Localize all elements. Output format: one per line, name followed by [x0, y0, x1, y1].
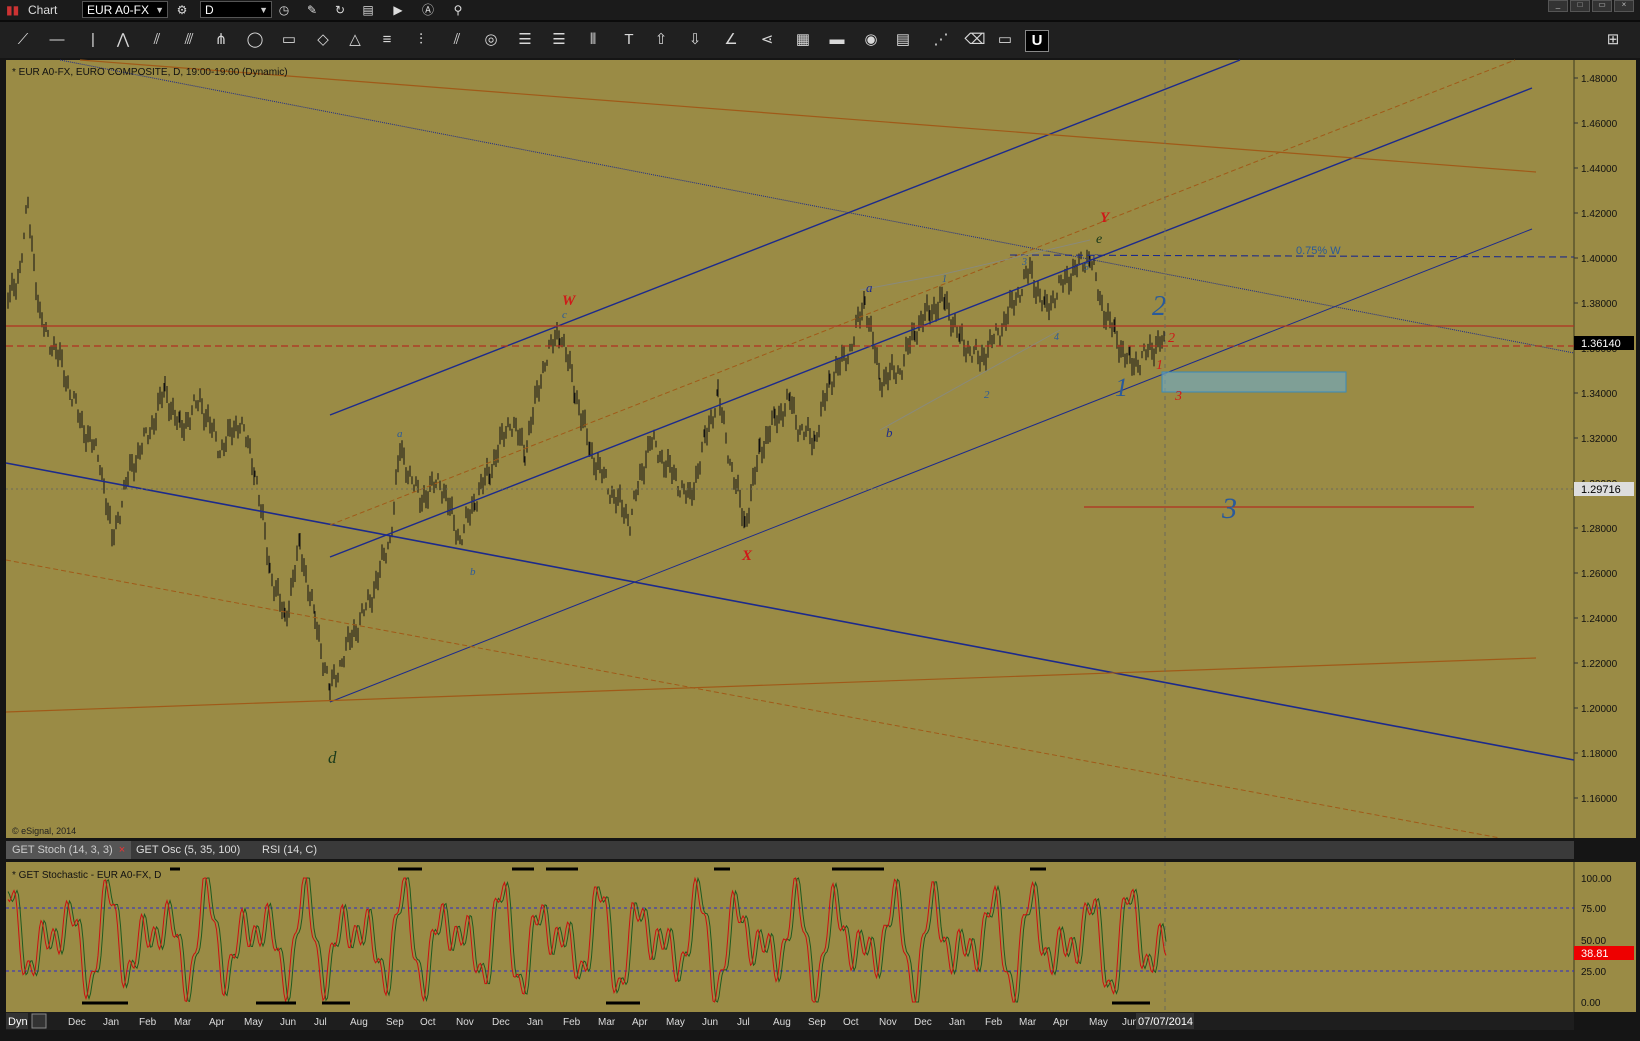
price-tick-label: 1.48000: [1581, 74, 1618, 85]
time-axis-label: Nov: [456, 1017, 474, 1028]
wave-label-red-3: 3: [1174, 389, 1182, 404]
time-axis-label: Apr: [632, 1017, 648, 1028]
time-axis-label: May: [1089, 1017, 1108, 1028]
time-axis-label: Dec: [68, 1017, 86, 1028]
time-axis-label: Mar: [174, 1017, 192, 1028]
tab-label: RSI (14, C): [262, 844, 318, 856]
time-axis-label: Aug: [773, 1017, 791, 1028]
stoch-tick-label: 25.00: [1581, 967, 1606, 978]
wave-label-big-1: 1: [1115, 373, 1128, 402]
stoch-value: 38.81: [1581, 948, 1609, 960]
tab-label: GET Stoch (14, 3, 3): [12, 844, 113, 856]
tab-rsi[interactable]: RSI (14, C): [256, 841, 323, 859]
w-target-label: 0.75% W: [1296, 245, 1341, 257]
wave-label-3: 3: [1021, 257, 1027, 268]
price-tick-label: 1.32000: [1581, 434, 1618, 445]
wave-label-b1: b: [470, 566, 476, 578]
time-axis-label: Mar: [1019, 1017, 1037, 1028]
wave-label-w: W: [562, 293, 577, 309]
time-axis-label: Oct: [420, 1017, 436, 1028]
price-tick-label: 1.42000: [1581, 209, 1618, 220]
time-axis-label: May: [666, 1017, 685, 1028]
time-axis-label: Jan: [103, 1017, 119, 1028]
copyright-text: © eSignal, 2014: [12, 826, 76, 836]
price-tick-label: 1.18000: [1581, 749, 1618, 760]
calendar-icon[interactable]: [31, 1013, 47, 1029]
indicator-tabs: GET Stoch (14, 3, 3) × GET Osc (5, 35, 10…: [6, 841, 1574, 859]
price-tick-label: 1.38000: [1581, 299, 1618, 310]
time-axis-label: Jan: [949, 1017, 965, 1028]
price-tick-label: 1.28000: [1581, 524, 1618, 535]
last-price-value: 1.36140: [1581, 338, 1621, 350]
price-tick-label: 1.24000: [1581, 614, 1618, 625]
tab-get-stoch[interactable]: GET Stoch (14, 3, 3) ×: [6, 841, 132, 859]
time-axis-label: May: [244, 1017, 263, 1028]
wave-label-a2: a: [866, 280, 873, 295]
wave-label-5: 5: [1084, 262, 1089, 273]
time-axis-label: Jun: [702, 1017, 718, 1028]
wave-label-big-3: 3: [1221, 492, 1237, 525]
price-tick-label: 1.44000: [1581, 164, 1618, 175]
price-tick-label: 1.16000: [1581, 794, 1618, 805]
cursor-date: 07/07/2014: [1138, 1016, 1193, 1028]
stoch-header: * GET Stochastic - EUR A0-FX, D: [12, 870, 161, 881]
price-tick-label: 1.26000: [1581, 569, 1618, 580]
time-axis-label: Feb: [985, 1017, 1003, 1028]
time-axis-label: Sep: [808, 1017, 826, 1028]
price-pane-bg: [6, 60, 1574, 838]
time-axis-label: Dec: [492, 1017, 510, 1028]
stoch-tick-label: 50.00: [1581, 936, 1606, 947]
target-zone-box: [1161, 371, 1347, 393]
close-icon[interactable]: ×: [119, 844, 125, 856]
time-axis-label: Jun: [280, 1017, 296, 1028]
wave-label-b2: b: [886, 425, 893, 440]
time-axis-label: Jun: [1122, 1017, 1138, 1028]
wave-label-2: 2: [984, 389, 990, 401]
wave-label-1: 1: [942, 274, 947, 285]
stoch-tick-label: 75.00: [1581, 904, 1606, 915]
time-axis-label: Jul: [737, 1017, 750, 1028]
price-tick-label: 1.22000: [1581, 659, 1618, 670]
tab-label: GET Osc (5, 35, 100): [136, 844, 241, 856]
time-axis-label: Apr: [1053, 1017, 1069, 1028]
wave-label-red-2: 2: [1168, 331, 1175, 346]
wave-label-big-2: 2: [1152, 291, 1166, 322]
price-tick-label: 1.20000: [1581, 704, 1618, 715]
chart-canvas[interactable]: * EUR A0-FX, EURO COMPOSITE, D, 19:00-19…: [0, 0, 1640, 1041]
time-axis-label: Apr: [209, 1017, 225, 1028]
time-axis-label: Dec: [914, 1017, 932, 1028]
price-tick-label: 1.40000: [1581, 254, 1618, 265]
wave-label-c1: c: [562, 309, 567, 321]
chart-header: * EUR A0-FX, EURO COMPOSITE, D, 19:00-19…: [12, 67, 288, 78]
time-axis-label: Oct: [843, 1017, 859, 1028]
crosshair-price-value: 1.29716: [1581, 484, 1621, 496]
wave-label-4: 4: [1054, 332, 1059, 343]
stoch-tick-label: 0.00: [1581, 998, 1601, 1009]
wave-label-d: d: [328, 748, 337, 767]
time-axis-label: Mar: [598, 1017, 616, 1028]
price-tick-label: 1.34000: [1581, 389, 1618, 400]
time-mode-label[interactable]: Dyn: [8, 1016, 28, 1028]
wave-label-x: X: [741, 548, 753, 564]
stoch-tick-label: 100.00: [1581, 874, 1612, 885]
time-axis-label: Sep: [386, 1017, 404, 1028]
price-axis-bg: [1574, 60, 1636, 838]
time-axis-label: Nov: [879, 1017, 897, 1028]
time-axis-label: Jan: [527, 1017, 543, 1028]
time-axis-label: Jul: [314, 1017, 327, 1028]
wave-label-a1: a: [397, 428, 403, 440]
tab-get-osc[interactable]: GET Osc (5, 35, 100): [130, 841, 246, 859]
time-axis-label: Feb: [139, 1017, 157, 1028]
wave-label-red-1: 1: [1156, 358, 1163, 373]
time-axis-label: Feb: [563, 1017, 581, 1028]
price-tick-label: 1.46000: [1581, 119, 1618, 130]
wave-label-e: e: [1096, 232, 1102, 247]
time-axis-label: Aug: [350, 1017, 368, 1028]
wave-label-c2: c: [1093, 250, 1098, 262]
